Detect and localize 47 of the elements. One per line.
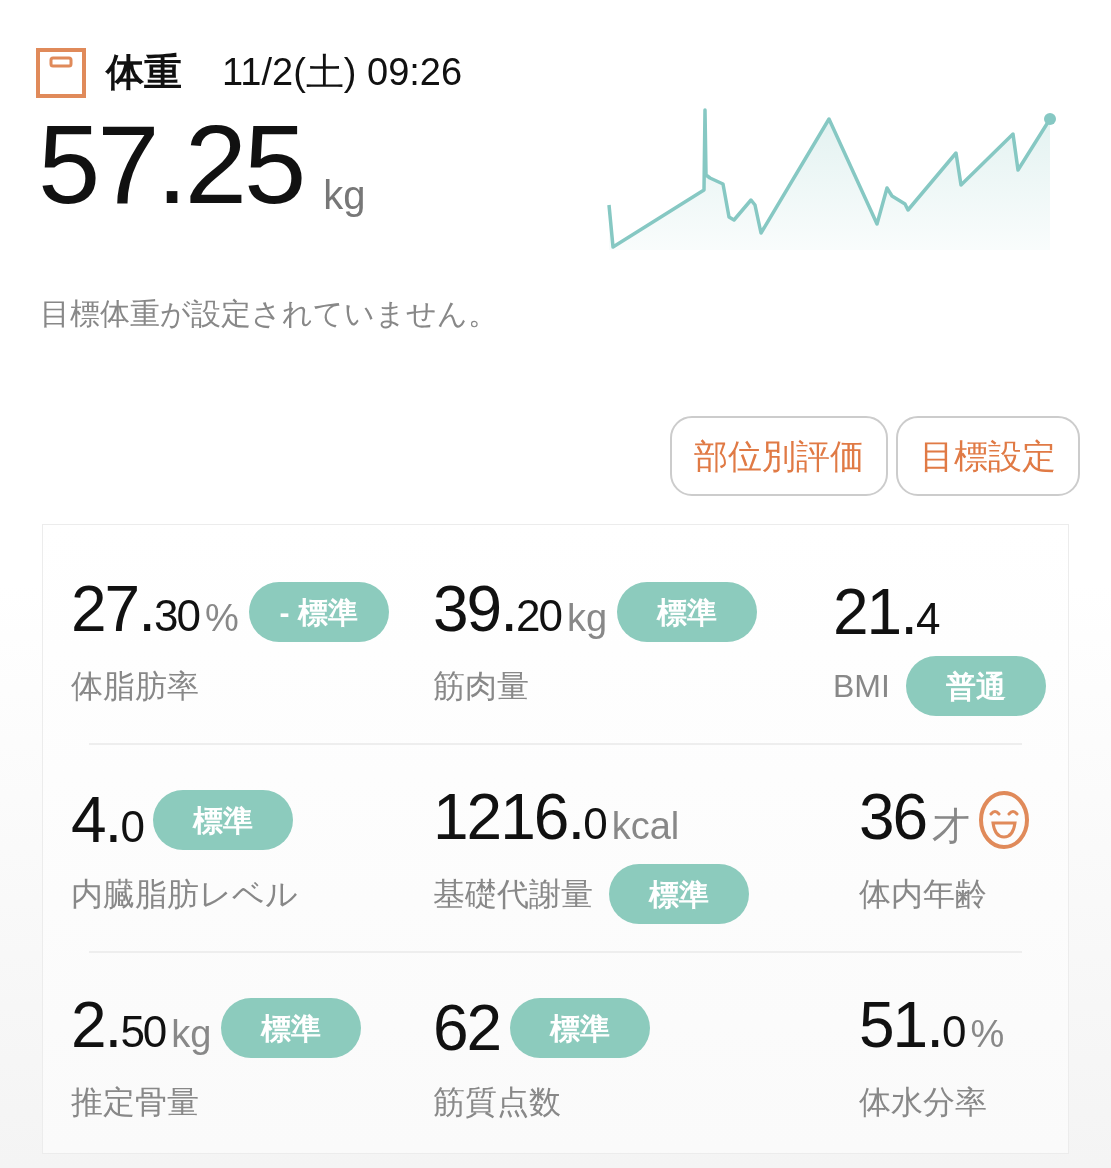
action-button[interactable]: 部位別評価 — [670, 416, 888, 496]
goal-note: 目標体重が設定されていません。 — [39, 296, 499, 332]
metric-unit: % — [970, 1012, 1005, 1057]
metric-decimal: 4 — [915, 597, 939, 641]
weight-value: 57.25 — [38, 109, 304, 221]
metric-decimal: 50 — [120, 1010, 166, 1054]
metric-value: 27. — [71, 577, 154, 641]
action-button[interactable]: 目標設定 — [896, 416, 1080, 496]
metric-value: 39. — [433, 577, 516, 641]
measurement-datetime: 11/2(土) 09:26 — [222, 50, 463, 95]
metric-value: 4. — [71, 788, 121, 852]
status-badge: 標準 — [609, 864, 749, 924]
metric-unit: kg — [171, 1012, 212, 1057]
metric-unit: kcal — [611, 804, 680, 849]
metric-value: 36 — [859, 785, 927, 849]
status-badge: 標準 — [617, 582, 758, 642]
status-badge: 標準 — [152, 790, 293, 850]
metric-decimal: 20 — [515, 594, 561, 638]
metric-value: 51. — [859, 993, 942, 1057]
metric-unit: % — [204, 596, 239, 641]
metric-label: 体水分率 — [859, 1083, 987, 1122]
status-badge: 標準 — [510, 998, 651, 1058]
metric-label: 基礎代謝量 — [433, 875, 593, 914]
metric-value: 2. — [71, 993, 121, 1057]
metric-label: 体内年齢 — [859, 875, 987, 914]
metric-label: 筋肉量 — [433, 667, 529, 706]
status-badge: - 標準 — [248, 582, 389, 642]
status-badge: 標準 — [221, 998, 362, 1058]
metric-unit: 才 — [932, 804, 971, 849]
weight-unit: kg — [323, 172, 366, 219]
metric-decimal: 0 — [941, 1010, 965, 1054]
metric-label: BMI — [833, 667, 890, 706]
weight-title: 体重 — [106, 50, 182, 95]
smiley-icon — [978, 790, 1031, 850]
status-badge: 普通 — [905, 656, 1046, 716]
metric-value: 1216. — [433, 785, 584, 849]
metric-decimal: 0 — [583, 802, 606, 846]
metric-unit: kg — [566, 596, 608, 641]
scale-icon — [36, 47, 86, 98]
metric-label: 推定骨量 — [71, 1083, 199, 1122]
metric-label: 内臓脂肪レベル — [71, 875, 298, 914]
metric-value: 21. — [833, 580, 916, 644]
metric-value: 62 — [433, 996, 501, 1060]
metric-decimal: 0 — [120, 805, 143, 849]
metric-label: 筋質点数 — [433, 1083, 561, 1122]
metric-decimal: 30 — [153, 594, 199, 638]
metric-label: 体脂肪率 — [71, 667, 199, 706]
